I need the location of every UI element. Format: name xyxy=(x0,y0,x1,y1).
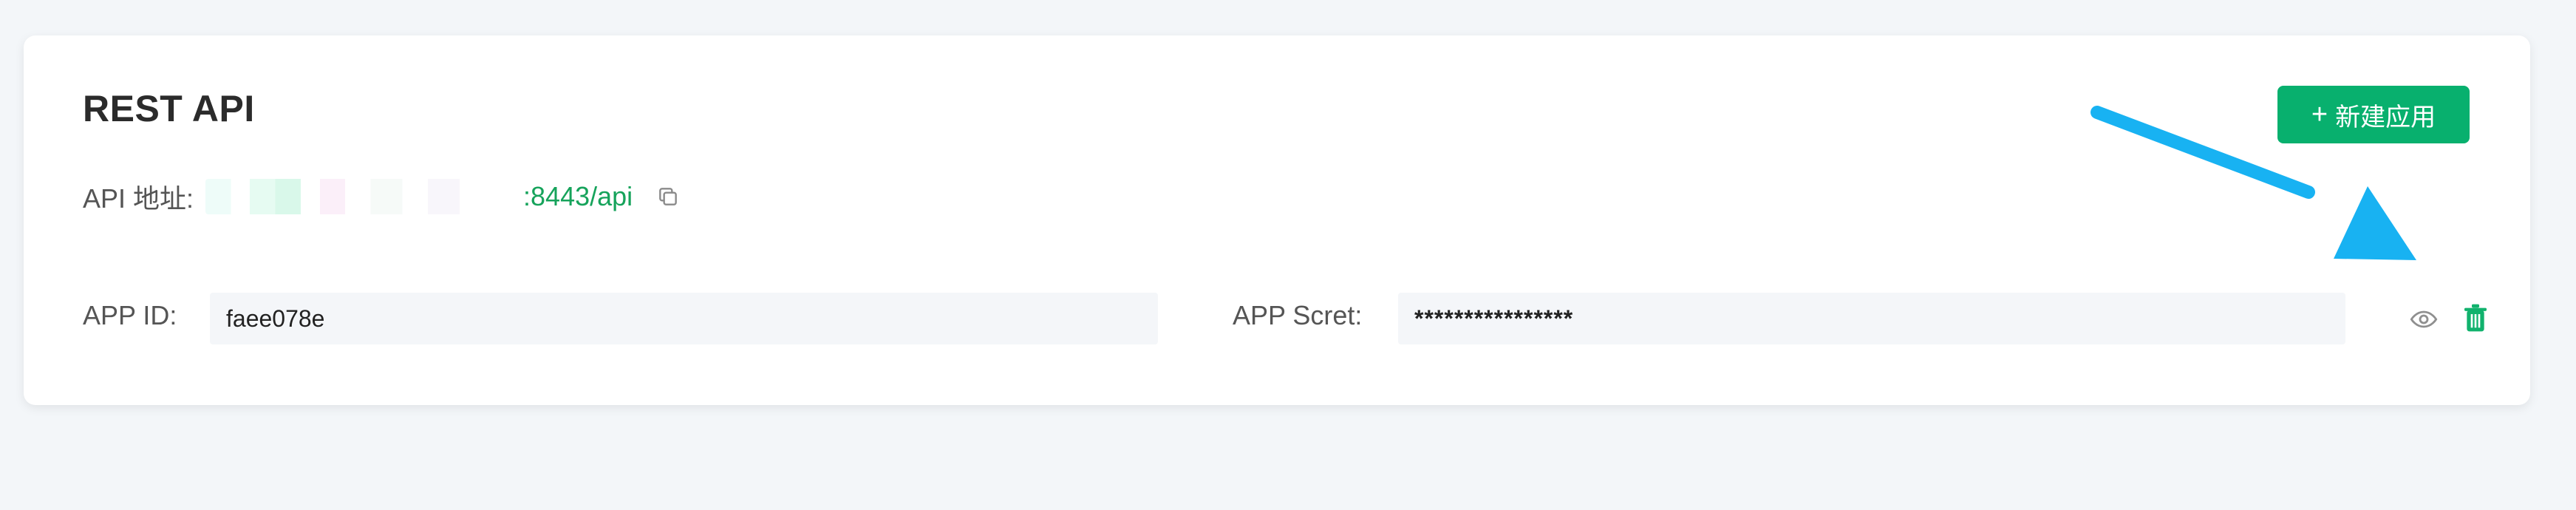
plus-icon: + xyxy=(2311,99,2328,130)
trash-icon[interactable] xyxy=(2461,302,2490,334)
section-title: REST API xyxy=(83,88,255,129)
api-address-value[interactable]: :8443/api xyxy=(523,181,633,212)
new-app-button[interactable]: + 新建应用 xyxy=(2277,86,2470,143)
app-secret-value: **************** xyxy=(1414,305,1574,332)
redacted-host xyxy=(205,179,524,214)
app-secret-field[interactable]: **************** xyxy=(1398,293,2345,344)
api-address-row: API 地址: :8443/api xyxy=(83,176,681,217)
new-app-label: 新建应用 xyxy=(2335,103,2436,132)
api-address-label: API 地址: xyxy=(83,183,194,214)
app-id-field[interactable]: faee078e xyxy=(210,293,1158,344)
copy-icon[interactable] xyxy=(655,183,681,210)
rest-api-card: REST API + 新建应用 API 地址: :8443/api APP ID… xyxy=(24,35,2530,405)
eye-icon[interactable] xyxy=(2409,305,2439,334)
app-secret-label: APP Scret: xyxy=(1233,300,1363,330)
app-id-value: faee078e xyxy=(226,305,325,332)
app-id-label: APP ID: xyxy=(83,300,177,330)
